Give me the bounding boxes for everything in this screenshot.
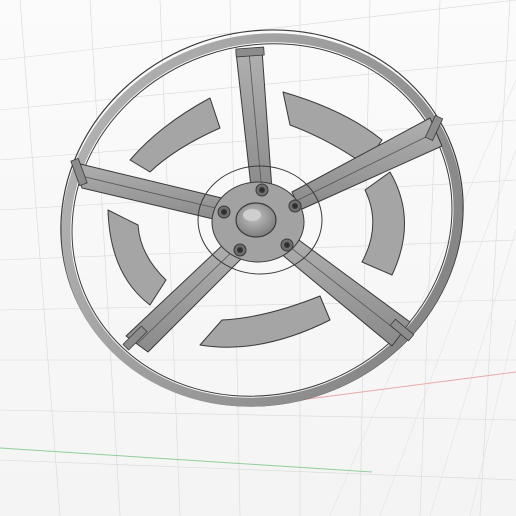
wheel-model[interactable]: [8, 0, 516, 462]
lug-bolt-icon: [255, 183, 269, 197]
window-slot-left: [107, 209, 167, 306]
lug-bolt-icon: [280, 238, 294, 252]
center-cap-highlight: [243, 209, 261, 221]
lug-bolt-icon: [288, 199, 302, 213]
window-slot-bottom: [199, 295, 331, 348]
window-slot-top-left: [129, 97, 221, 173]
window-slot-right: [361, 171, 405, 276]
lug-bolt-icon: [217, 205, 231, 219]
3d-viewport[interactable]: [0, 0, 516, 516]
viewport-canvas[interactable]: [0, 0, 516, 516]
spoke-top: [235, 49, 273, 197]
lug-bolt-icon: [233, 243, 247, 257]
